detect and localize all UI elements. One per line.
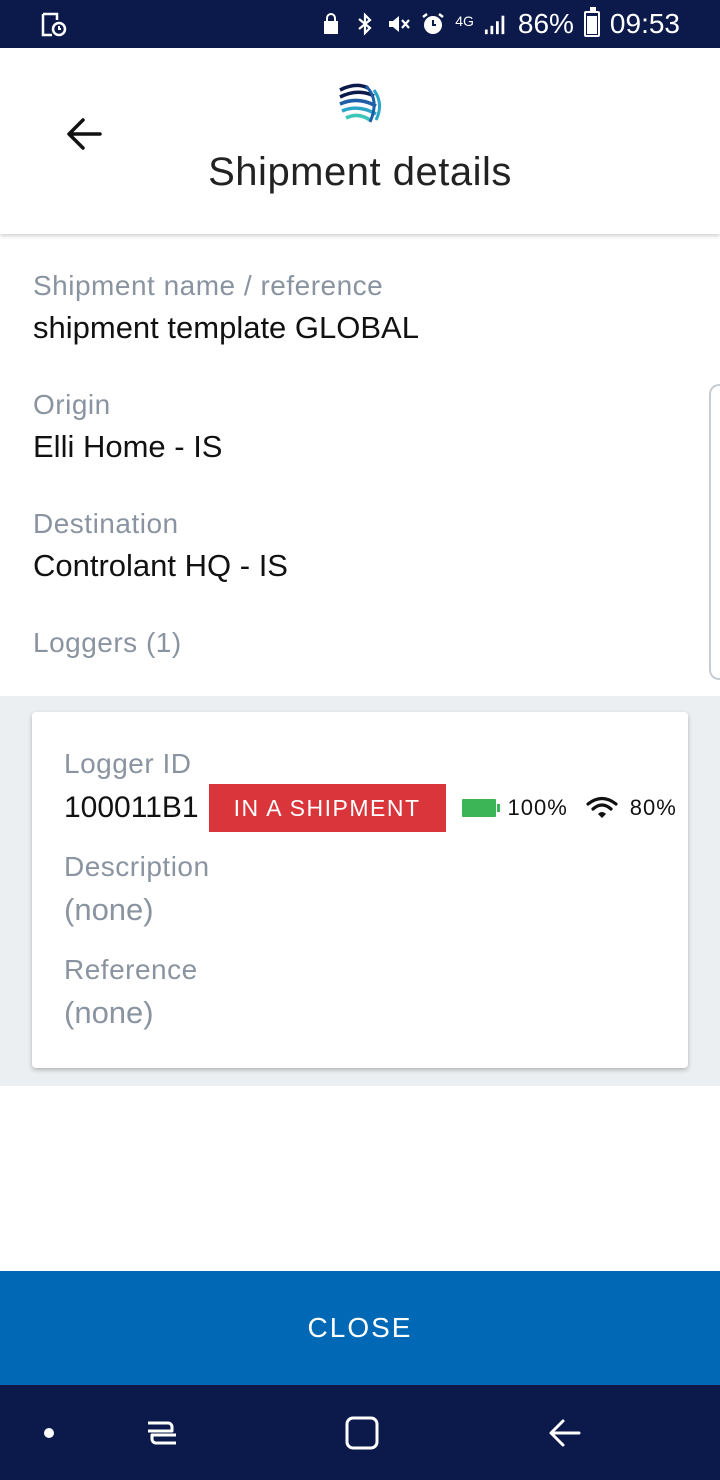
recent-apps-icon	[148, 1421, 176, 1444]
loggers-list: Logger ID 100011B1 IN A SHIPMENT 100% 80…	[0, 696, 720, 1086]
back-arrow-icon	[549, 1419, 581, 1446]
wifi-icon	[586, 796, 618, 818]
scroll-edge-indicator[interactable]	[709, 384, 720, 680]
recent-apps-button[interactable]	[132, 1385, 192, 1480]
nav-dot-button[interactable]	[24, 1385, 74, 1480]
logger-id-value: 100011B1	[64, 791, 199, 824]
system-back-button[interactable]	[535, 1385, 595, 1480]
shipment-name-label: Shipment name / reference	[33, 270, 384, 301]
shipment-name-field: Shipment name / reference shipment templ…	[33, 270, 419, 346]
status-badge: IN A SHIPMENT	[208, 784, 446, 832]
logger-card[interactable]: Logger ID 100011B1 IN A SHIPMENT 100% 80…	[32, 712, 688, 1068]
app-header: Shipment details	[0, 48, 720, 234]
home-square-icon	[345, 1416, 379, 1449]
origin-field: Origin Elli Home - IS	[33, 389, 222, 465]
origin-label: Origin	[33, 389, 111, 420]
logger-id-label: Logger ID	[64, 748, 192, 779]
signal-indicator: 80%	[586, 795, 677, 821]
network-type: 4G	[455, 13, 474, 29]
screen-recorder-icon	[41, 12, 67, 37]
lock-icon	[319, 12, 343, 36]
logger-id-row: 100011B1 IN A SHIPMENT 100% 80%	[64, 784, 677, 832]
clock: 09:53	[609, 8, 680, 39]
reference-value: (none)	[64, 995, 154, 1030]
page-title: Shipment details	[208, 150, 512, 194]
origin-value: Elli Home - IS	[33, 429, 223, 464]
destination-field: Destination Controlant HQ - IS	[33, 508, 288, 584]
bluetooth-icon	[353, 12, 377, 36]
home-button[interactable]	[332, 1385, 392, 1480]
close-button[interactable]: CLOSE	[0, 1271, 720, 1385]
destination-label: Destination	[33, 508, 179, 539]
battery-indicator: 100%	[461, 795, 568, 821]
loggers-heading: Loggers (1)	[33, 627, 182, 659]
reference-label: Reference	[64, 954, 198, 985]
dot-icon	[44, 1427, 54, 1438]
loggers-label: Loggers (1)	[33, 627, 182, 658]
status-bar: 4G 86% 09:53	[0, 0, 720, 48]
status-icons: 4G 86% 09:53	[319, 0, 680, 48]
signal-level-text: 80%	[629, 795, 677, 820]
shipment-name-value: shipment template GLOBAL	[33, 310, 419, 345]
battery-level-icon	[461, 799, 500, 817]
destination-value: Controlant HQ - IS	[33, 548, 288, 583]
description-label: Description	[64, 851, 210, 882]
battery-percent: 86%	[517, 8, 574, 39]
controlant-logo	[339, 83, 381, 123]
arrow-left-icon	[67, 118, 102, 150]
alarm-icon	[421, 12, 445, 36]
battery-level-text: 100%	[507, 795, 568, 820]
signal-icon	[484, 12, 508, 36]
system-navigation-bar	[0, 1385, 720, 1480]
description-value: (none)	[64, 892, 154, 927]
mute-icon	[387, 12, 411, 36]
battery-icon	[583, 7, 600, 37]
